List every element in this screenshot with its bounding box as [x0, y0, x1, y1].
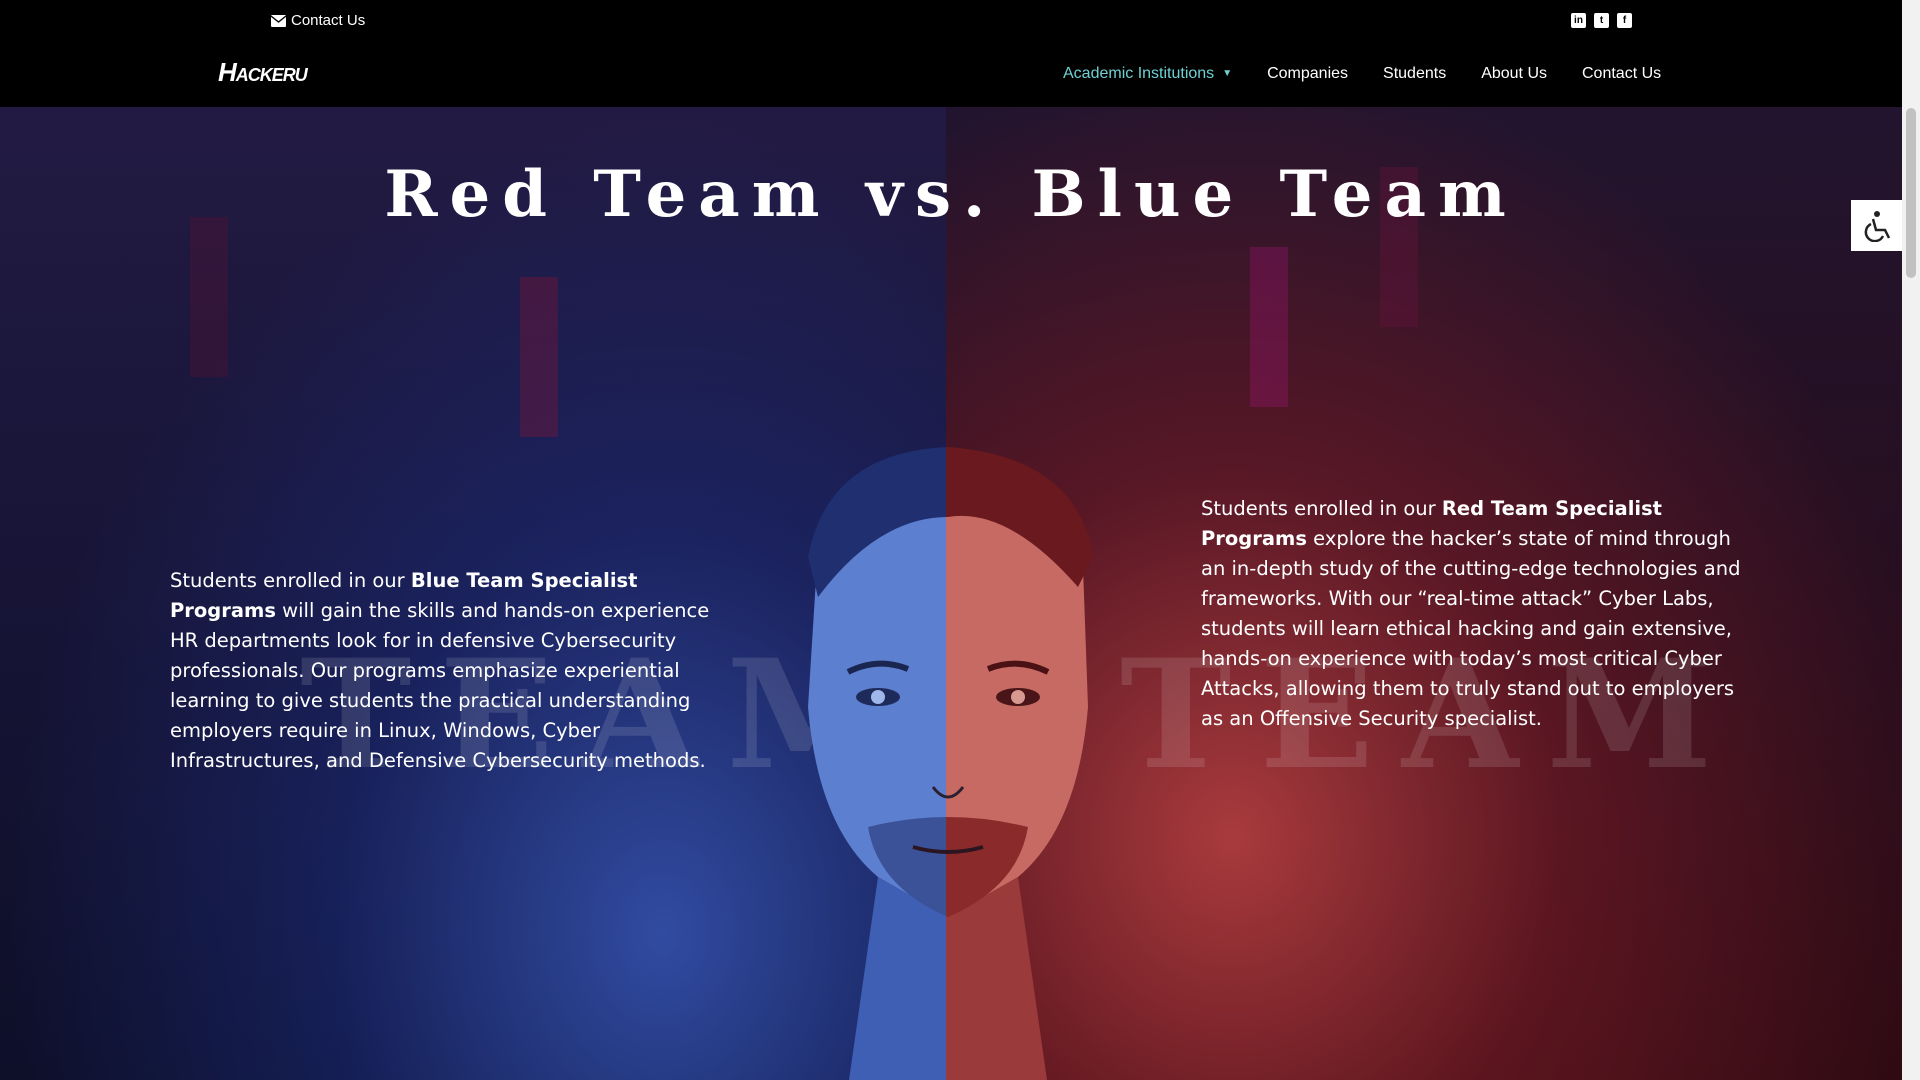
- hackeru-logo[interactable]: HACKERU: [218, 57, 308, 88]
- accessibility-button[interactable]: [1851, 200, 1902, 251]
- top-contact-label: Contact Us: [291, 12, 366, 29]
- blue-team-description: Students enrolled in our Blue Team Speci…: [170, 569, 710, 772]
- nav-item-contact-us[interactable]: Contact Us: [1582, 65, 1661, 83]
- red-team-description: Students enrolled in our Red Team Specia…: [1201, 497, 1741, 730]
- top-bar: Contact Us in t f: [0, 0, 1902, 41]
- background-flag: [520, 277, 558, 437]
- nav-item-about-us[interactable]: About Us: [1481, 65, 1547, 83]
- nav-menu: Academic Institutions ▼ Companies Student…: [1063, 65, 1696, 83]
- background-flag: [1250, 247, 1288, 407]
- nav-item-companies[interactable]: Companies: [1267, 65, 1348, 83]
- split-face-portrait: [808, 447, 1093, 1080]
- envelope-icon: [271, 14, 286, 27]
- scrollbar-thumb[interactable]: [1906, 108, 1916, 278]
- top-contact-link[interactable]: Contact Us: [271, 12, 365, 29]
- main-nav: HACKERU Academic Institutions ▼ Companies…: [0, 41, 1902, 107]
- hero-section: TEAM TEAM Red Team vs. Blue Team Student…: [0, 107, 1902, 1080]
- facebook-icon[interactable]: f: [1617, 13, 1632, 28]
- twitter-icon[interactable]: t: [1594, 13, 1609, 28]
- linkedin-icon[interactable]: in: [1571, 13, 1586, 28]
- accessibility-icon: [1864, 210, 1890, 242]
- page-title: Red Team vs. Blue Team: [384, 157, 1518, 232]
- background-flag: [190, 217, 228, 377]
- caret-down-icon: ▼: [1222, 68, 1233, 80]
- nav-item-academic-institutions[interactable]: Academic Institutions ▼: [1063, 65, 1232, 83]
- social-links: in t f: [1571, 13, 1632, 28]
- nav-item-students[interactable]: Students: [1383, 65, 1446, 83]
- page-scrollbar[interactable]: [1902, 0, 1920, 1080]
